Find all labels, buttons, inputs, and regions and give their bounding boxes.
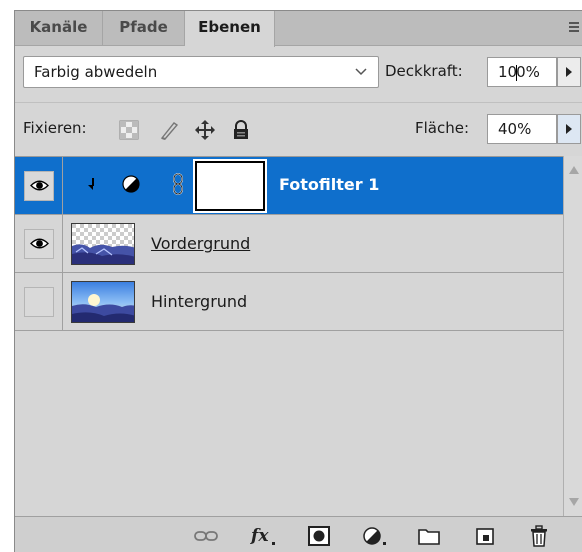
opacity-label: Deckkraft: [385,62,463,80]
adjustment-layer-icon[interactable] [361,525,389,547]
fill-input[interactable]: 40% [487,114,557,144]
link-layers-icon[interactable] [193,525,218,547]
fill-label: Fläche: [415,119,470,137]
chevron-down-icon [354,57,368,99]
opacity-value-part2: 0% [516,63,540,81]
tab-pfade[interactable]: Pfade [103,11,185,46]
scroll-up-icon[interactable] [569,166,579,174]
adjustment-layer-icon [121,174,141,194]
layer-row-fotofilter[interactable]: Fotofilter 1 [15,157,563,215]
opacity-input[interactable]: 100% [487,57,557,87]
visibility-toggle[interactable] [24,171,54,201]
lock-all-icon[interactable] [231,120,251,140]
lock-transparency-icon[interactable] [119,120,139,140]
layer-name[interactable]: Vordergrund [151,234,250,254]
layers-bottom-toolbar: fx [15,516,582,552]
delete-layer-icon[interactable] [527,525,551,547]
lock-image-pixels-icon[interactable] [159,120,179,140]
panel-menu-icon[interactable] [565,22,579,34]
eye-icon [30,180,49,191]
layers-list: Fotofilter 1 Vordergrund Hintergrund [15,156,563,516]
clipping-arrow-icon [85,177,97,191]
lock-label: Fixieren: [23,119,87,137]
add-mask-icon[interactable] [307,525,331,547]
opacity-value-part1: 10 [498,63,518,81]
visibility-cell [15,273,63,330]
layers-scrollbar[interactable] [563,156,582,516]
layer-mask-thumbnail[interactable] [193,159,267,213]
visibility-cell [15,215,63,272]
layer-name[interactable]: Fotofilter 1 [279,175,379,195]
opacity-slider-button[interactable] [557,57,581,87]
chain-link-icon[interactable] [172,173,184,195]
visibility-toggle[interactable] [24,229,54,259]
layer-row-vordergrund[interactable]: Vordergrund [15,215,563,273]
fill-slider-button[interactable] [557,114,581,144]
fx-icon[interactable]: fx [249,525,279,547]
layer-row-hintergrund[interactable]: Hintergrund [15,273,563,331]
visibility-toggle[interactable] [24,287,54,317]
eye-icon [30,238,49,249]
layers-panel: Kanäle Pfade Ebenen Farbig abwedeln Deck… [14,10,582,552]
layer-thumbnail [71,223,135,265]
blend-mode-value: Farbig abwedeln [34,63,158,81]
scroll-down-icon[interactable] [569,498,579,506]
svg-text:fx: fx [250,526,269,546]
lock-row: Fixieren: Fläche: 40% [15,102,582,156]
blend-mode-select[interactable]: Farbig abwedeln [23,56,379,88]
layer-thumbnail [71,281,135,323]
new-group-icon[interactable] [417,525,441,547]
tab-ebenen[interactable]: Ebenen [185,11,275,47]
visibility-cell [15,157,63,214]
tab-kanaele[interactable]: Kanäle [15,11,103,46]
lock-position-icon[interactable] [195,120,215,140]
panel-tab-bar: Kanäle Pfade Ebenen [15,11,582,47]
layer-name[interactable]: Hintergrund [151,292,247,312]
new-layer-icon[interactable] [473,525,497,547]
